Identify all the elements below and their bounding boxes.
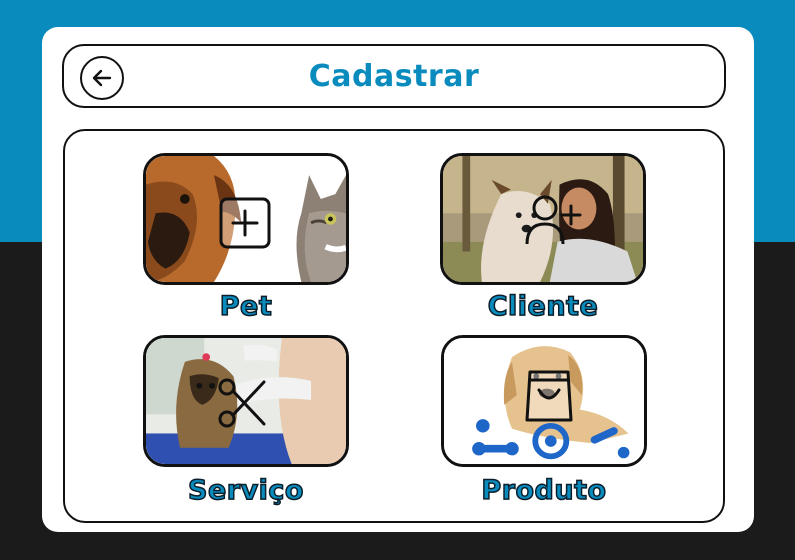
register-card: Cadastrar Pet Cliente Serviço Produto	[42, 27, 754, 532]
header-bar: Cadastrar	[62, 44, 726, 108]
scissors-icon	[216, 376, 270, 434]
produto-tile[interactable]	[441, 335, 647, 467]
arrow-left-icon	[92, 69, 112, 87]
pet-label[interactable]: Pet	[143, 290, 349, 323]
cliente-tile[interactable]	[440, 153, 646, 285]
servico-tile[interactable]	[143, 335, 349, 467]
page-title: Cadastrar	[308, 58, 480, 94]
cliente-label[interactable]: Cliente	[440, 290, 646, 323]
options-panel: Pet Cliente Serviço Produto	[63, 129, 725, 523]
user-plus-icon	[523, 194, 583, 250]
produto-label[interactable]: Produto	[441, 474, 647, 507]
plus-square-icon	[218, 196, 272, 254]
servico-label[interactable]: Serviço	[143, 474, 349, 507]
pet-tile[interactable]	[143, 153, 349, 285]
back-button[interactable]	[80, 56, 124, 100]
shopping-bag-icon	[524, 368, 574, 428]
